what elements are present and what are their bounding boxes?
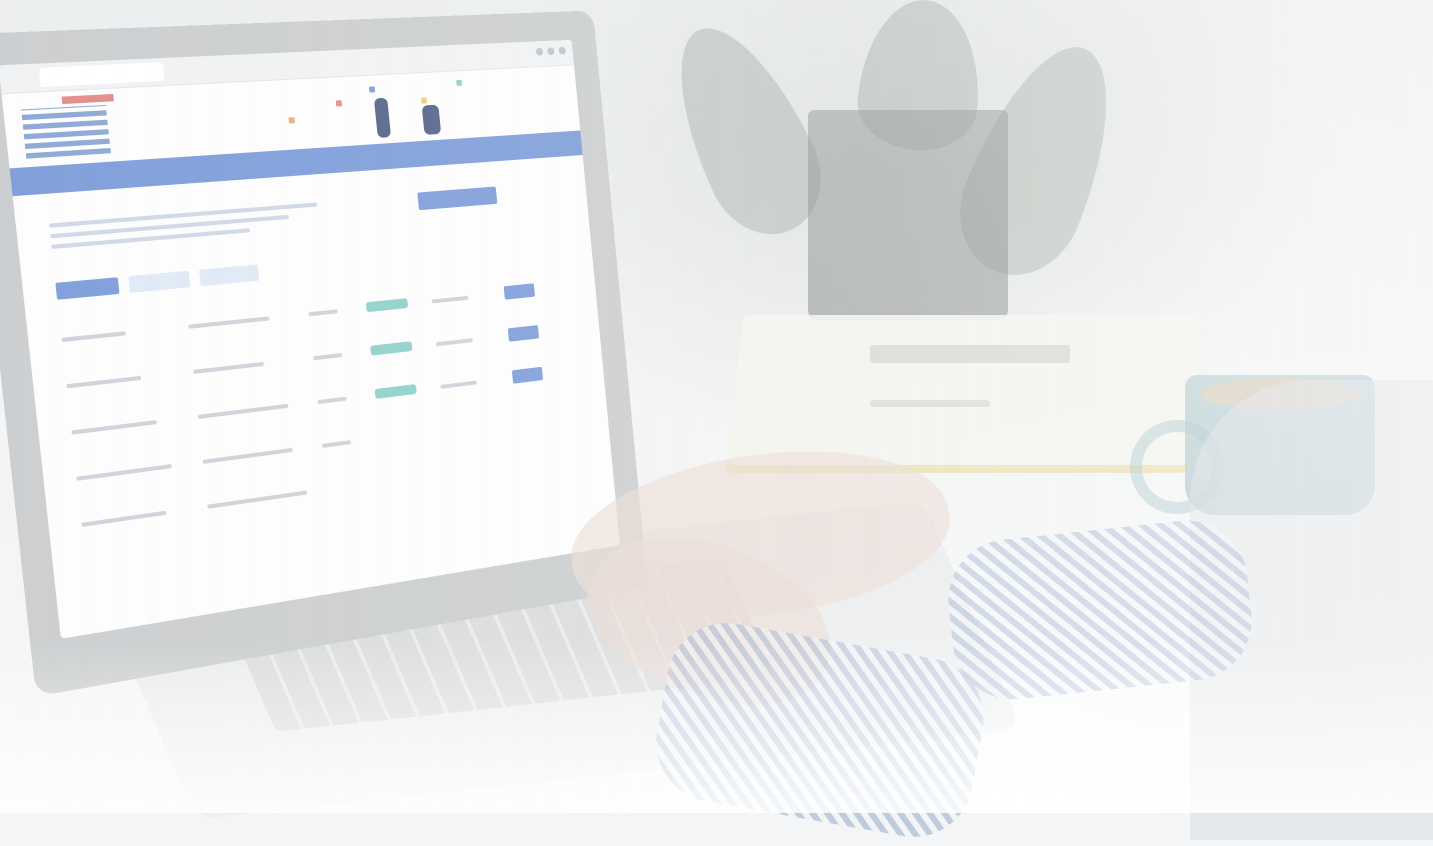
table-cell (188, 316, 270, 329)
table-cell (435, 338, 473, 347)
table-cell (207, 490, 308, 509)
row-action-button[interactable] (511, 366, 544, 384)
status-badge (365, 298, 409, 313)
shirt-sleeve (942, 514, 1258, 706)
book-cover-subtext (870, 400, 990, 407)
photo-scene (0, 0, 1433, 846)
avatar-icon[interactable] (547, 47, 555, 56)
filter-button[interactable] (55, 277, 120, 300)
table-cell (321, 440, 352, 448)
figure-illustration (421, 104, 442, 135)
table-cell (202, 447, 294, 464)
table-cell (431, 295, 469, 304)
primary-cta-button[interactable] (417, 186, 498, 211)
table-cell (440, 380, 477, 389)
laptop-screen (0, 39, 621, 639)
figure-illustration (373, 97, 392, 138)
avatar-icon[interactable] (558, 46, 567, 55)
row-action-button[interactable] (503, 283, 536, 300)
table-cell (192, 361, 265, 374)
browser-tab[interactable] (38, 62, 165, 88)
confetti-piece (420, 97, 428, 104)
book-cover-text (870, 345, 1070, 363)
hero-illustration (275, 73, 489, 146)
table-cell (197, 403, 289, 420)
table-cell (66, 375, 142, 389)
table-cell (312, 352, 343, 361)
table-cell (76, 464, 172, 481)
filter-button[interactable] (199, 264, 260, 287)
table-cell (61, 331, 127, 343)
avatar-icon[interactable] (535, 47, 544, 56)
table-cell (308, 309, 338, 317)
laptop-lid (0, 10, 648, 697)
logo-accent (61, 93, 114, 105)
row-action-button[interactable] (507, 325, 540, 342)
browser-controls (535, 46, 567, 56)
app-logo-icon (21, 104, 111, 159)
table-cell (71, 420, 157, 435)
status-badge (374, 384, 417, 399)
status-badge (370, 341, 413, 356)
confetti-piece (335, 100, 343, 107)
plant-pot (808, 110, 1008, 320)
confetti-piece (288, 117, 295, 124)
confetti-piece (456, 79, 463, 86)
table-cell (317, 396, 347, 405)
filter-button[interactable] (128, 270, 191, 293)
book (727, 315, 1203, 465)
confetti-piece (368, 86, 376, 93)
table-cell (81, 510, 167, 527)
